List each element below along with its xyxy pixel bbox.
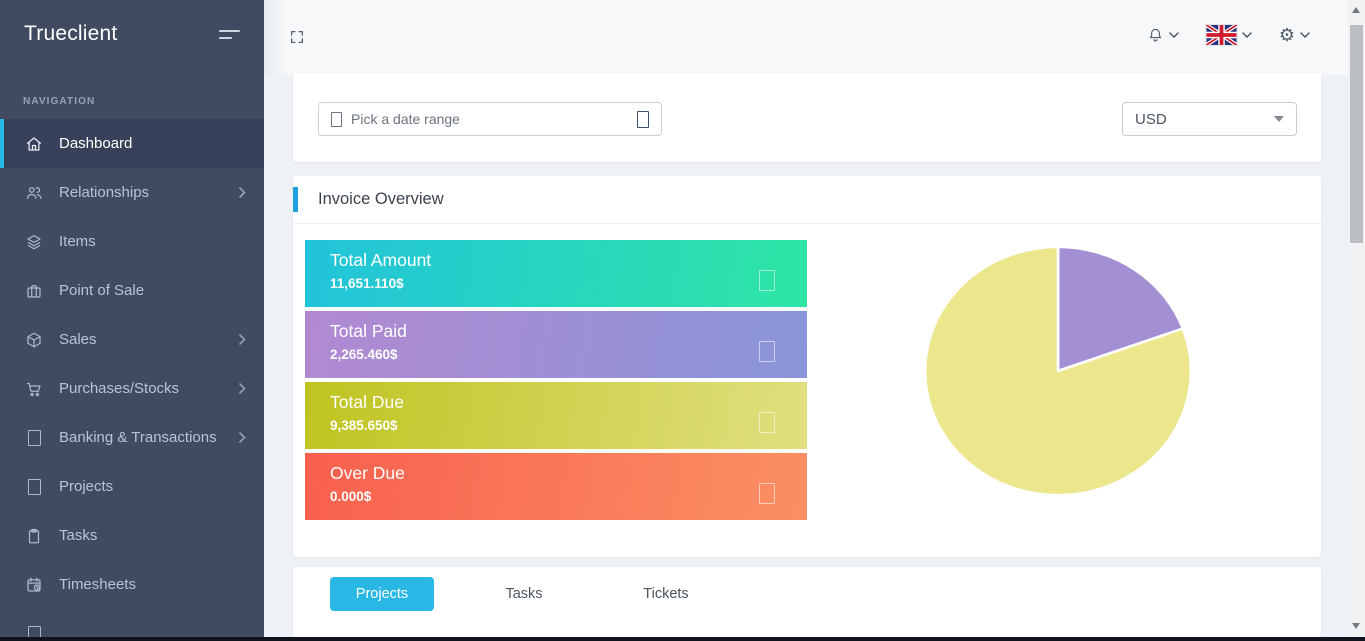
sidebar-item-sales[interactable]: Sales [0, 315, 264, 364]
date-range-input[interactable]: Pick a date range [318, 102, 662, 136]
chevron-right-icon [239, 383, 246, 394]
section-title: Invoice Overview [318, 190, 444, 209]
sidebar-item-point-of-sale[interactable]: Point of Sale [0, 266, 264, 315]
calendar-clock-icon [24, 576, 44, 594]
invoice-pie-chart [921, 243, 1195, 499]
sidebar-item-label: Purchases/Stocks [59, 380, 179, 397]
sidebar-item-purchases-stocks[interactable]: Purchases/Stocks [0, 364, 264, 413]
tab-tasks[interactable]: Tasks [472, 577, 576, 611]
placeholder-box-icon [24, 479, 44, 495]
stat-card-total-paid: Total Paid 2,265.460$ [305, 311, 807, 378]
placeholder-box-icon [24, 626, 44, 638]
fullscreen-icon[interactable] [289, 29, 305, 45]
bottom-edge [0, 637, 1365, 641]
topbar: ⚙ [264, 0, 1348, 75]
main-content: ⚙ Pick a date range USD Invoice Overview… [264, 0, 1348, 637]
cube-icon [24, 331, 44, 349]
sidebar-collapse-icon[interactable] [219, 26, 240, 43]
sidebar-item-label: Dashboard [59, 135, 132, 152]
cart-icon [24, 380, 44, 398]
notifications-bell-icon[interactable] [1147, 26, 1179, 44]
stat-card-label: Total Amount [305, 240, 807, 271]
people-icon [24, 184, 44, 202]
stat-card-over-due: Over Due 0.000$ [305, 453, 807, 520]
sidebar-item-label: Tasks [59, 527, 97, 544]
placeholder-box-icon [759, 270, 775, 291]
section-accent-bar [293, 187, 298, 212]
tab-projects[interactable]: Projects [330, 577, 434, 611]
invoice-overview-panel: Invoice Overview Total Amount 11,651.110… [293, 176, 1321, 557]
sidebar-item-label: Relationships [59, 184, 149, 201]
stat-card-value: 9,385.650$ [305, 413, 807, 433]
stat-card-value: 2,265.460$ [305, 342, 807, 362]
stat-card-value: 0.000$ [305, 484, 807, 504]
stat-card-label: Over Due [305, 453, 807, 484]
stat-card-label: Total Paid [305, 311, 807, 342]
scrollbar-thumb[interactable] [1350, 25, 1363, 243]
sidebar-item-items[interactable]: Items [0, 217, 264, 266]
caret-down-icon [1274, 116, 1284, 122]
scroll-down-icon[interactable] [1352, 623, 1360, 629]
brand-logo: Trueclient [24, 22, 117, 46]
invoice-stat-cards: Total Amount 11,651.110$ Total Paid 2,26… [305, 240, 807, 520]
currency-selected-value: USD [1135, 111, 1167, 128]
tab-tickets[interactable]: Tickets [614, 577, 718, 611]
stat-card-total-due: Total Due 9,385.650$ [305, 382, 807, 449]
layers-icon [24, 233, 44, 251]
placeholder-box-icon [759, 483, 775, 504]
clipboard-icon [24, 527, 44, 545]
placeholder-box-icon [759, 341, 775, 362]
tabs-panel: Projects Tasks Tickets [293, 567, 1321, 637]
sidebar-item-partial[interactable] [0, 609, 264, 637]
sidebar-item-banking-transactions[interactable]: Banking & Transactions [0, 413, 264, 462]
sidebar-item-label: Sales [59, 331, 97, 348]
briefcase-icon [24, 282, 44, 300]
sidebar-item-label: Projects [59, 478, 113, 495]
sidebar-item-timesheets[interactable]: Timesheets [0, 560, 264, 609]
sidebar-item-dashboard[interactable]: Dashboard [0, 119, 264, 168]
sidebar-item-label: Banking & Transactions [59, 429, 217, 446]
language-flag-uk-icon[interactable] [1206, 25, 1252, 45]
calendar-placeholder-icon [637, 111, 649, 128]
chevron-down-icon [1169, 32, 1179, 38]
calendar-placeholder-icon [331, 112, 342, 127]
sidebar-item-projects[interactable]: Projects [0, 462, 264, 511]
navigation-section-label: NAVIGATION [23, 96, 264, 107]
home-icon [24, 135, 44, 153]
chevron-down-icon [1300, 32, 1310, 38]
currency-select[interactable]: USD [1122, 102, 1297, 136]
chevron-right-icon [239, 187, 246, 198]
sidebar-item-label: Point of Sale [59, 282, 144, 299]
sidebar-item-tasks[interactable]: Tasks [0, 511, 264, 560]
chevron-right-icon [239, 432, 246, 443]
placeholder-box-icon [24, 430, 44, 446]
date-range-placeholder: Pick a date range [351, 111, 460, 127]
scroll-up-icon[interactable] [1352, 7, 1360, 13]
chevron-right-icon [239, 334, 246, 345]
vertical-scrollbar[interactable] [1348, 0, 1365, 637]
sidebar-item-relationships[interactable]: Relationships [0, 168, 264, 217]
filters-panel: Pick a date range USD [293, 73, 1321, 162]
sidebar-item-label: Items [59, 233, 96, 250]
stat-card-label: Total Due [305, 382, 807, 413]
settings-gear-icon[interactable]: ⚙ [1279, 26, 1310, 44]
stat-card-value: 11,651.110$ [305, 271, 807, 291]
sidebar-item-label: Timesheets [59, 576, 136, 593]
stat-card-total-amount: Total Amount 11,651.110$ [305, 240, 807, 307]
sidebar: Trueclient NAVIGATION Dashboard Relation… [0, 0, 264, 637]
placeholder-box-icon [759, 412, 775, 433]
chevron-down-icon [1242, 32, 1252, 38]
